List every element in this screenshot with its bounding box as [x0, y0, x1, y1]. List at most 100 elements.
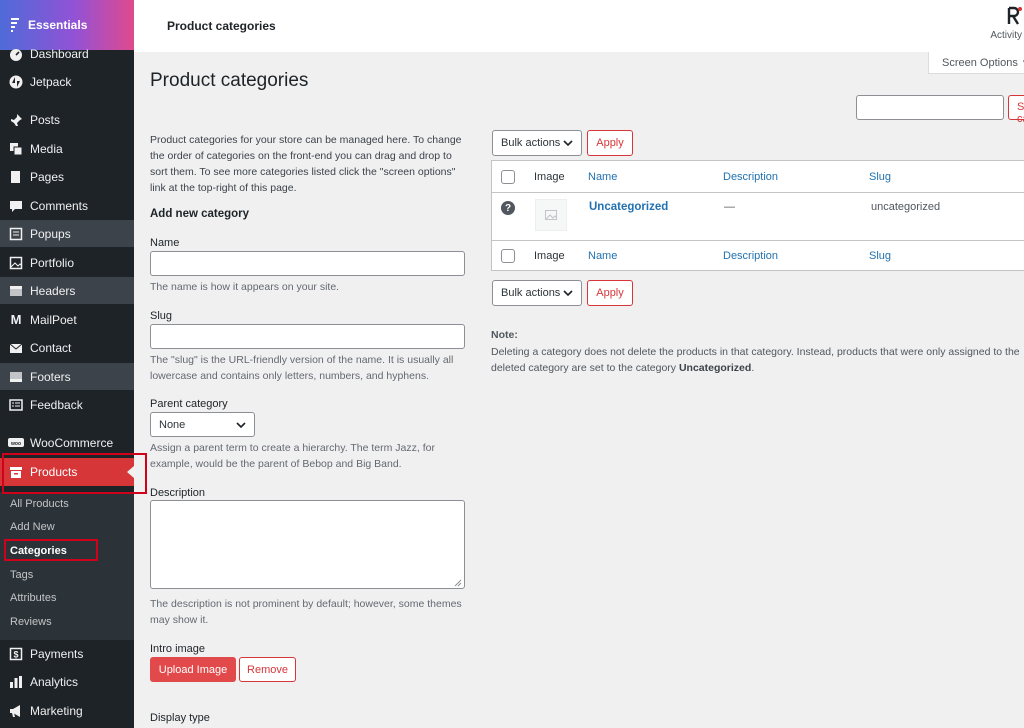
- parent-category-help: Assign a parent term to create a hierarc…: [150, 442, 435, 470]
- activity-label[interactable]: Activity: [990, 30, 1022, 41]
- column-description[interactable]: Description: [723, 250, 778, 262]
- mailpoet-icon: M: [10, 312, 22, 327]
- bulk-actions-select-bottom[interactable]: Bulk actions: [492, 280, 582, 306]
- sidebar-item-comments[interactable]: Comments: [0, 192, 134, 219]
- sidebar-item-contact[interactable]: Contact: [0, 334, 134, 361]
- dashboard-icon: [8, 46, 24, 62]
- submenu-all-products[interactable]: All Products: [10, 498, 69, 510]
- sidebar-item-label: Pages: [30, 169, 65, 184]
- search-button[interactable]: Search categories: [1008, 95, 1024, 125]
- apply-button-top[interactable]: Apply: [587, 130, 633, 156]
- highlight-box-categories: [4, 539, 98, 561]
- parent-category-value: None: [159, 418, 186, 431]
- submenu-tags[interactable]: Tags: [10, 569, 33, 581]
- category-name-link[interactable]: Uncategorized: [589, 201, 668, 213]
- pin-icon: [8, 112, 24, 128]
- name-label: Name: [150, 237, 180, 249]
- column-slug[interactable]: Slug: [869, 171, 891, 183]
- sidebar-item-jetpack[interactable]: Jetpack: [0, 68, 134, 95]
- note-text-end: .: [751, 362, 755, 374]
- column-description[interactable]: Description: [723, 171, 778, 183]
- sidebar-item-dashboard[interactable]: Dashboard: [0, 40, 134, 67]
- display-type-label: Display type: [150, 712, 210, 724]
- chevron-down-icon: [563, 287, 573, 299]
- description-textarea[interactable]: [150, 500, 465, 589]
- parent-category-label: Parent category: [150, 398, 228, 410]
- pages-icon: [8, 169, 24, 185]
- sidebar-item-portfolio[interactable]: Portfolio: [0, 249, 134, 276]
- sidebar-item-label: MailPoet: [30, 312, 77, 327]
- submenu-reviews[interactable]: Reviews: [10, 616, 52, 628]
- dollar-icon: $: [8, 646, 24, 662]
- description-help: The description is not prominent by defa…: [150, 598, 462, 626]
- search-input[interactable]: [856, 95, 1004, 120]
- sidebar-item-analytics[interactable]: Analytics: [0, 668, 134, 695]
- sidebar-item-label: Feedback: [30, 397, 83, 412]
- comment-icon: [8, 198, 24, 214]
- sidebar-item-headers[interactable]: Headers: [0, 277, 134, 304]
- upload-image-button[interactable]: Upload Image: [150, 657, 236, 682]
- submenu-attributes[interactable]: Attributes: [10, 592, 56, 604]
- note-text-part: Deleting a category does not delete the …: [491, 346, 1020, 374]
- intro-image-label: Intro image: [150, 643, 206, 655]
- screen-options-label: Screen Options: [942, 56, 1018, 69]
- screen-options-button[interactable]: Screen Options ▾: [928, 52, 1024, 74]
- sidebar-item-mailpoet[interactable]: M MailPoet: [0, 306, 134, 333]
- sidebar-item-label: Analytics: [30, 674, 79, 689]
- sidebar-item-pages[interactable]: Pages: [0, 163, 134, 190]
- select-all-checkbox[interactable]: [501, 170, 515, 184]
- bulk-actions-label: Bulk actions: [501, 137, 561, 149]
- note-text-bold: Uncategorized: [678, 362, 752, 374]
- sidebar-item-label: Posts: [30, 112, 61, 127]
- activity-icon[interactable]: [1006, 6, 1022, 31]
- sidebar-item-woocommerce[interactable]: woo WooCommerce: [0, 429, 134, 456]
- note-title: Note:: [491, 329, 518, 341]
- column-name[interactable]: Name: [588, 250, 617, 262]
- sidebar-item-posts[interactable]: Posts: [0, 106, 134, 133]
- sidebar-item-marketing[interactable]: Marketing: [0, 697, 134, 724]
- topbar-title: Product categories: [167, 19, 276, 33]
- sidebar-item-feedback[interactable]: Feedback: [0, 391, 134, 418]
- sidebar-item-media[interactable]: Media: [0, 135, 134, 162]
- sidebar-item-label: Portfolio: [30, 255, 75, 270]
- svg-text:$: $: [13, 649, 18, 659]
- popups-icon: [8, 226, 24, 242]
- bulk-actions-label: Bulk actions: [501, 287, 561, 299]
- admin-sidebar: Essentials Dashboard Jetpack Posts Media…: [0, 0, 147, 728]
- page-title: Product categories: [150, 70, 309, 91]
- parent-category-select[interactable]: None: [150, 412, 255, 437]
- sidebar-item-payments[interactable]: $ Payments: [0, 640, 134, 667]
- intro-text: Product categories for your store can be…: [150, 134, 462, 194]
- column-image: Image: [534, 250, 565, 262]
- slug-label: Slug: [150, 310, 173, 322]
- mail-icon: [8, 340, 24, 356]
- select-all-checkbox-bottom[interactable]: [501, 249, 515, 263]
- help-icon[interactable]: ?: [501, 201, 515, 215]
- essentials-icon: [10, 18, 20, 35]
- sidebar-item-popups[interactable]: Popups: [0, 220, 134, 247]
- sidebar-item-footers[interactable]: Footers: [0, 363, 134, 390]
- category-slug: uncategorized: [871, 201, 941, 213]
- svg-text:woo: woo: [10, 441, 21, 447]
- column-slug[interactable]: Slug: [869, 250, 891, 262]
- column-name[interactable]: Name: [588, 171, 617, 183]
- sidebar-item-label: Popups: [30, 226, 71, 241]
- highlight-box-products: [2, 453, 147, 494]
- sidebar-item-label: Marketing: [30, 703, 83, 718]
- chevron-down-icon: [236, 419, 246, 431]
- feedback-icon: [8, 397, 24, 413]
- portfolio-icon: [8, 255, 24, 271]
- bulk-actions-select-top[interactable]: Bulk actions: [492, 130, 582, 156]
- description-label: Description: [150, 487, 206, 499]
- slug-input[interactable]: [150, 324, 465, 349]
- category-description: —: [724, 201, 735, 213]
- resize-grip-icon[interactable]: [454, 578, 462, 587]
- name-input[interactable]: [150, 251, 465, 276]
- apply-button-bottom[interactable]: Apply: [587, 280, 633, 306]
- add-category-heading: Add new category: [150, 208, 250, 220]
- megaphone-icon: [8, 703, 24, 719]
- jetpack-icon: [8, 74, 24, 90]
- bar-chart-icon: [8, 674, 24, 690]
- remove-image-button[interactable]: Remove: [239, 657, 296, 682]
- submenu-add-new[interactable]: Add New: [10, 521, 55, 533]
